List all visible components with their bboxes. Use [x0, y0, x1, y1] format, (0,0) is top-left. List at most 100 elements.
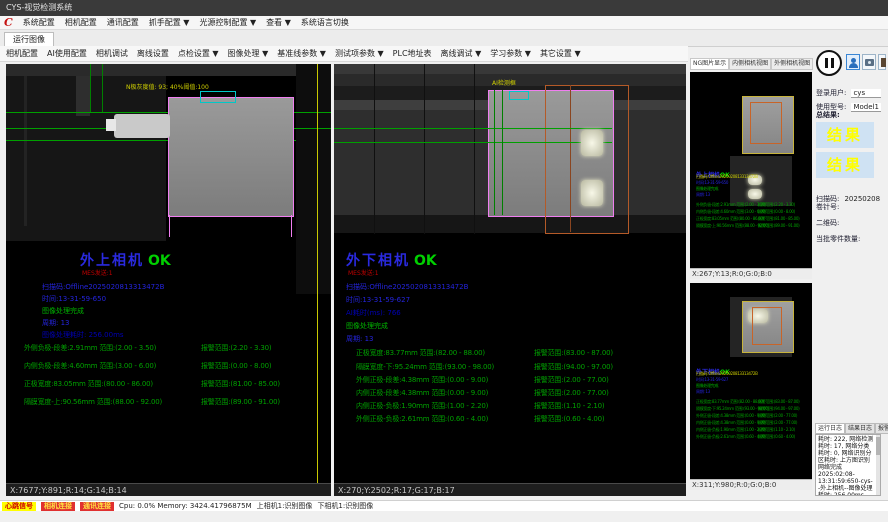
app-window: CYS-视觉检测系统 C 系统配置 相机配置 通讯配置 抓手配置 ▼ 光源控制配… — [0, 0, 888, 522]
mini1-meas: 正极宽度:83.05mm 范围:(80.00 - 86.00) — [696, 216, 764, 222]
upper-camera-status: 上相机1:识别图像 — [257, 501, 313, 511]
mini-view-top-panel: 外上相机OK 扫描码:Offline2025020813313472B 时间:1… — [690, 72, 812, 279]
heartbeat-badge: 心跳信号 — [2, 502, 36, 511]
menu-view[interactable]: 查看 ▼ — [266, 17, 291, 28]
tool-other-setting[interactable]: 其它设置 ▼ — [540, 48, 581, 59]
mini-view-bottom[interactable]: 外下相机OK 扫描码:Offline2025020813313472B 时间:1… — [690, 283, 812, 479]
mini2-meas-alarm: 报警范围:(2.00 - 77.00) — [758, 413, 797, 419]
tool-offline-debug[interactable]: 离线调试 ▼ — [441, 48, 482, 59]
left-pink-line — [291, 215, 292, 237]
measurement-row: 外侧负极-段差:2.91mm 范围:(2.00 - 3.50) — [24, 343, 156, 353]
mini-view-bottom-panel: 外下相机OK 扫描码:Offline2025020813313472B 时间:1… — [690, 283, 812, 490]
menu-system-config[interactable]: 系统配置 — [23, 17, 55, 28]
log-text: 耗时: 222, 网络检测耗时: 17, 网络分类耗时: 0, 网络识别分区耗时… — [818, 436, 873, 496]
mini2-meas: 内侧正极-段差:4.38mm 范围:(0.00 - 9.00) — [696, 420, 766, 426]
mini1-cycle: 周期: 13 — [696, 192, 710, 198]
right-green-line — [334, 128, 612, 129]
log-scrollbar[interactable] — [876, 435, 880, 495]
camera-left-panel: N极灰度值: 93; 40%阈值:100 外上相机OK MES发送:1 扫描码:… — [6, 64, 331, 496]
camera-left-view[interactable]: N极灰度值: 93; 40%阈值:100 外上相机OK MES发送:1 扫描码:… — [6, 64, 331, 483]
model-value[interactable]: Model1 — [851, 103, 881, 112]
window-title: CYS-视觉检测系统 — [6, 3, 72, 12]
tool-baseline-params[interactable]: 基准线参数 ▼ — [277, 48, 326, 59]
right-green-vline — [494, 90, 495, 215]
pause-bar — [831, 58, 834, 68]
menu-comm-config[interactable]: 通讯配置 — [107, 17, 139, 28]
tab-run-image[interactable]: 运行图像 — [4, 32, 54, 47]
right-ai-detect-box — [545, 85, 629, 234]
left-green-vline — [90, 64, 91, 112]
tool-image-process[interactable]: 图像处理 ▼ — [228, 48, 269, 59]
mini-tab-outer-cam[interactable]: 外侧相机视图 — [771, 58, 813, 70]
right-cycle: 周期: 13 — [346, 334, 374, 344]
right-green-line — [334, 142, 612, 143]
mini2-meas-alarm: 报警范围:(94.00 - 97.00) — [758, 406, 799, 412]
app-logo-icon: C — [4, 16, 13, 29]
total-result-label: 总结果: — [816, 110, 840, 120]
left-cyan-roi-box — [200, 91, 236, 103]
menu-gripper-config[interactable]: 抓手配置 ▼ — [149, 17, 190, 28]
mini1-ai-box — [750, 102, 782, 144]
log-box[interactable]: 耗时: 222, 网络检测耗时: 17, 网络分类耗时: 0, 网络识别分区耗时… — [815, 434, 881, 496]
right-camera-title: 外下相机 — [346, 253, 410, 269]
result-box-bottom: 结果 — [816, 152, 874, 178]
camera-right-view[interactable]: AI检测框 外下相机OK MES发送:1 扫描码:Offline20250208… — [334, 64, 686, 483]
cpu-memory-status: Cpu: 0.0% Memory: 3424.41796875M — [119, 502, 252, 510]
log-tab-alarm[interactable]: 报警日志 — [875, 423, 888, 434]
mini-view-top[interactable]: 外上相机OK 扫描码:Offline2025020813313472B 时间:1… — [690, 72, 812, 268]
left-elapsed: 图像处理耗时: 256.00ms — [42, 330, 124, 340]
measurement-row: 内侧负极-段差:4.60mm 范围:(3.00 - 6.00) — [24, 361, 156, 371]
mini1-meas-alarm: 报警范围:(0.00 - 8.00) — [758, 209, 795, 215]
tool-test-params[interactable]: 测试项参数 ▼ — [335, 48, 384, 59]
measurement-alarm: 报警范围:(0.00 - 8.00) — [201, 361, 271, 371]
camera-lens — [868, 61, 871, 64]
tool-camera-debug[interactable]: 相机调试 — [96, 48, 128, 59]
mini-tab-inner-cam[interactable]: 内侧相机视图 — [729, 58, 771, 70]
measurement-alarm: 报警范围:(89.00 - 91.00) — [201, 397, 280, 407]
tool-learn-params[interactable]: 学习参数 ▼ — [490, 48, 531, 59]
tool-spotcheck-setting[interactable]: 点检设置 ▼ — [178, 48, 219, 59]
left-connector-tip — [106, 119, 116, 131]
menu-light-config[interactable]: 光源控制配置 ▼ — [199, 17, 256, 28]
measurement-row: 外侧正极-段差:4.38mm 范围:(0.00 - 9.00) — [356, 375, 488, 385]
batch-label: 当批零件数量: — [816, 234, 860, 244]
left-camera-result: OK — [148, 253, 171, 269]
left-pixel-status: X:7677;Y:891;R:14;G:14;B:14 — [6, 483, 331, 496]
tool-plc-address[interactable]: PLC地址表 — [393, 48, 432, 59]
log-scroll-thumb[interactable] — [876, 437, 880, 455]
tool-ai-use-config[interactable]: AI使用配置 — [47, 48, 87, 59]
left-pink-line — [169, 215, 170, 237]
right-seam — [474, 64, 475, 234]
right-process-done: 图像处理完成 — [346, 321, 388, 331]
measurement-row: 内侧正极-负极:1.90mm 范围:(1.00 - 2.20) — [356, 401, 488, 411]
mini1-bright-spot — [748, 189, 762, 199]
mini2-meas: 外侧正极-负极:2.61mm 范围:(0.60 - 4.00) — [696, 434, 766, 440]
menu-camera-config[interactable]: 相机配置 — [65, 17, 97, 28]
lower-camera-status: 下相机1:识别图像 — [317, 501, 373, 511]
left-structure-dark — [296, 64, 331, 294]
measurement-row: 正极宽度:83.05mm 范围:(80.00 - 86.00) — [24, 379, 153, 389]
right-seam — [424, 64, 425, 234]
log-tab-run[interactable]: 运行日志 — [815, 423, 845, 434]
camera-button[interactable] — [862, 54, 876, 70]
mini1-meas: 外侧负极-段差:2.91mm 范围:(2.00 - 3.50) — [696, 202, 766, 208]
toolbar: 相机配置 AI使用配置 相机调试 离线设置 点检设置 ▼ 图像处理 ▼ 基准线参… — [0, 46, 688, 62]
log-tab-result[interactable]: 结果日志 — [845, 423, 875, 434]
tool-camera-config[interactable]: 相机配置 — [6, 48, 38, 59]
mini-tab-ng[interactable]: NG图片显示 — [690, 58, 729, 70]
user-icon-body — [849, 63, 858, 68]
pause-button[interactable] — [816, 50, 842, 76]
measurement-row: 隔膜宽度-上:90.56mm 范围:(88.00 - 92.00) — [24, 397, 162, 407]
pause-bar — [825, 58, 828, 68]
user-button[interactable] — [846, 54, 860, 70]
exit-button[interactable] — [878, 54, 886, 70]
left-structure-strip — [76, 76, 90, 116]
right-camera-title-row: 外下相机OK — [346, 250, 437, 270]
tool-offline-setting[interactable]: 离线设置 — [137, 48, 169, 59]
right-cyan-roi-box — [509, 91, 529, 100]
left-barcode: 扫描码:Offline2025020813313472B — [42, 282, 164, 292]
mini1-meas-alarm: 报警范围:(81.00 - 85.00) — [758, 216, 799, 222]
left-connector-object — [114, 114, 170, 138]
measurement-row: 外侧正极-负极:2.61mm 范围:(0.60 - 4.00) — [356, 414, 488, 424]
menu-language-switch[interactable]: 系统语言切换 — [301, 17, 349, 28]
